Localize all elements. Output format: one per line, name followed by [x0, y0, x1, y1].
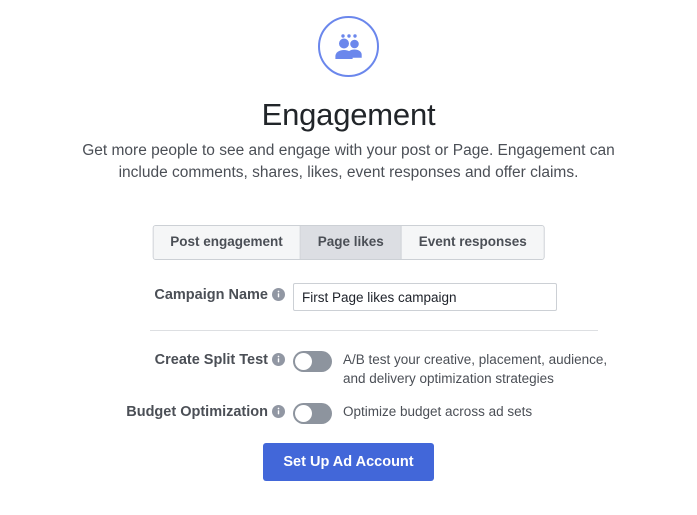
page-description: Get more people to see and engage with y… — [82, 142, 615, 181]
tab-post-engagement[interactable]: Post engagement — [153, 226, 301, 259]
tab-page-likes[interactable]: Page likes — [300, 226, 402, 259]
split-test-description: A/B test your creative, placement, audie… — [343, 352, 608, 386]
split-test-row: Create Split Test A/B test your creative… — [0, 350, 697, 388]
engagement-people-icon — [318, 16, 379, 77]
info-icon[interactable] — [272, 352, 285, 373]
budget-optimization-toggle[interactable] — [293, 403, 332, 424]
toggle-knob — [295, 405, 312, 422]
split-test-label: Create Split Test — [0, 350, 293, 373]
campaign-name-input[interactable] — [293, 283, 557, 311]
hero-icon-container — [0, 16, 697, 77]
info-icon[interactable] — [272, 404, 285, 425]
info-icon[interactable] — [272, 285, 285, 309]
split-test-toggle[interactable] — [293, 351, 332, 372]
campaign-name-label: Campaign Name — [0, 283, 293, 309]
options-section: Create Split Test A/B test your creative… — [0, 350, 697, 439]
page-title: Engagement — [261, 97, 436, 132]
engagement-objective-page: Engagement Get more people to see and en… — [0, 0, 697, 515]
tab-event-responses[interactable]: Event responses — [401, 226, 544, 259]
budget-optimization-label: Budget Optimization — [0, 402, 293, 425]
campaign-name-row: Campaign Name — [0, 283, 697, 311]
campaign-name-control — [293, 283, 697, 311]
cta-container: Set Up Ad Account — [0, 443, 697, 481]
budget-optimization-row: Budget Optimization Optimize budget acro… — [0, 402, 697, 425]
toggle-knob — [295, 353, 312, 370]
form-divider — [150, 330, 598, 331]
campaign-form: Campaign Name — [0, 283, 697, 311]
split-test-label-text: Create Split Test — [154, 352, 268, 368]
budget-optimization-description: Optimize budget across ad sets — [343, 404, 533, 419]
set-up-ad-account-button[interactable]: Set Up Ad Account — [263, 443, 434, 481]
budget-optimization-label-text: Budget Optimization — [126, 404, 268, 420]
objective-tabs: Post engagement Page likes Event respons… — [152, 225, 545, 260]
campaign-name-label-text: Campaign Name — [154, 287, 268, 303]
